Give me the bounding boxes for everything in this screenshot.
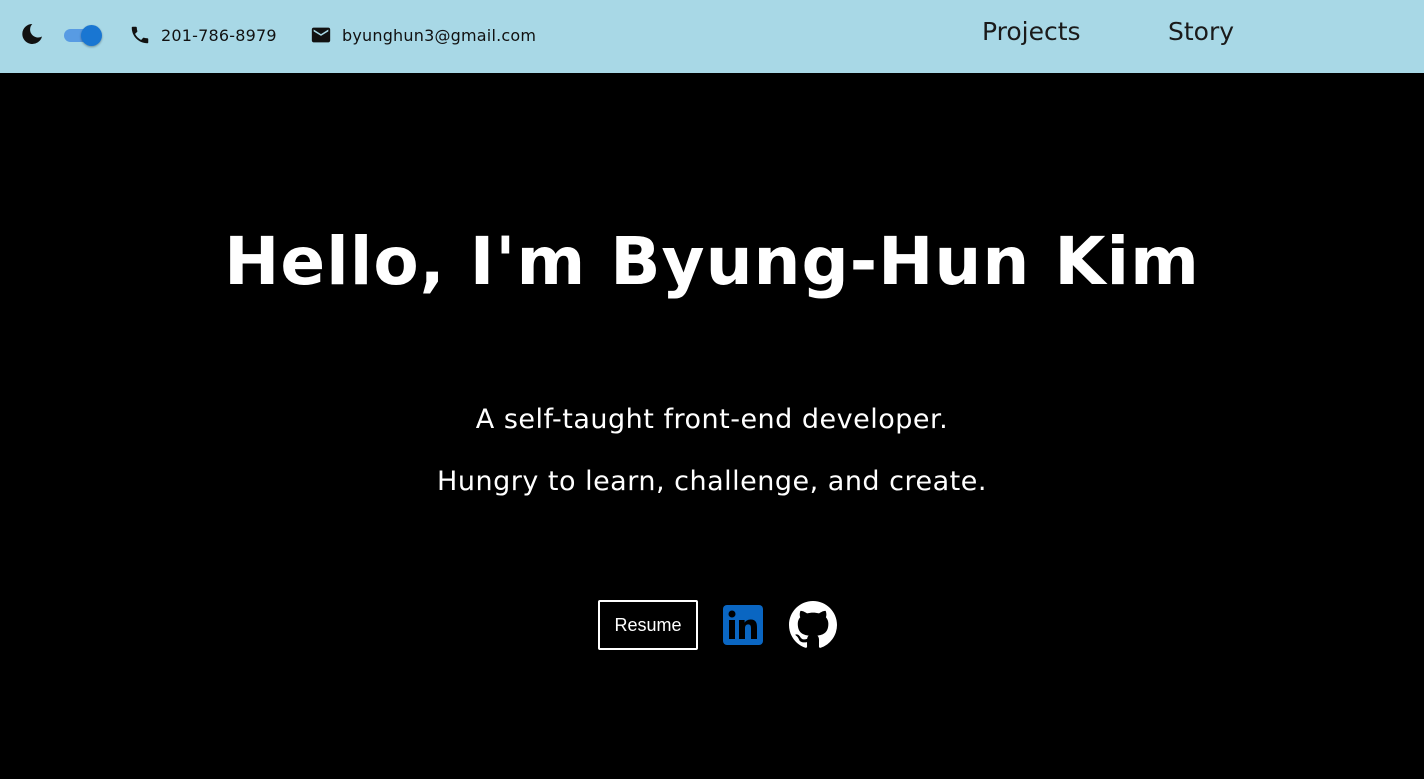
- moon-icon[interactable]: [20, 22, 44, 46]
- theme-toggle[interactable]: [64, 25, 102, 46]
- phone-number: 201-786-8979: [161, 25, 277, 45]
- hero-tagline-1: A self-taught front-end developer.: [475, 404, 949, 435]
- top-bar: 201-786-8979 byunghun3@gmail.com Project…: [0, 0, 1424, 73]
- phone-icon: [131, 26, 149, 44]
- phone-link[interactable]: 201-786-8979: [129, 22, 277, 48]
- hero-tagline-2: Hungry to learn, challenge, and create.: [437, 466, 987, 497]
- nav-story[interactable]: Story: [1168, 17, 1234, 46]
- hero-title: Hello, I'm Byung-Hun Kim: [224, 223, 1200, 300]
- mail-icon: [311, 27, 331, 43]
- nav-projects[interactable]: Projects: [982, 17, 1081, 46]
- linkedin-icon[interactable]: [723, 605, 763, 645]
- email-link[interactable]: byunghun3@gmail.com: [310, 22, 536, 48]
- email-address: byunghun3@gmail.com: [342, 25, 537, 45]
- github-icon[interactable]: [789, 601, 837, 649]
- toggle-thumb: [81, 25, 102, 46]
- resume-button[interactable]: Resume: [598, 600, 698, 650]
